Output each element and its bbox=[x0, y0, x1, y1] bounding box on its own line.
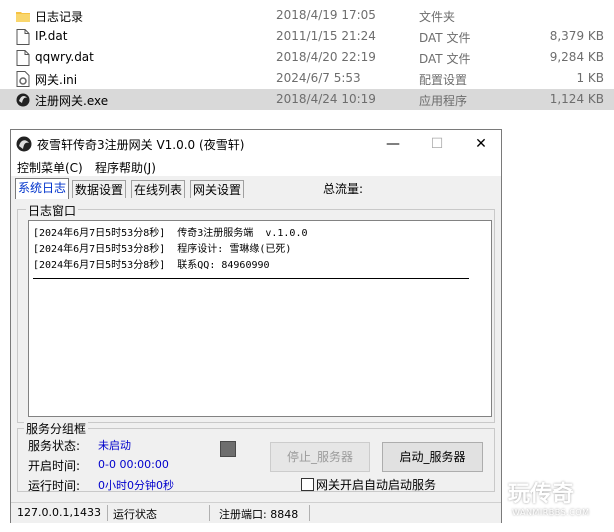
stop-server-button[interactable]: 停止_服务器 bbox=[270, 442, 370, 472]
watermark-logo: 玩传奇 bbox=[508, 482, 575, 507]
maximize-button[interactable]: ☐ bbox=[415, 130, 459, 158]
title-bar[interactable]: 夜雪轩传奇3注册网关 V1.0.0 (夜雪轩) — ☐ ✕ bbox=[11, 130, 501, 158]
log-line: [2024年6月7日5时53分8秒] 联系QQ: 84960990 bbox=[33, 260, 270, 271]
watermark: 玩传奇 WANMIRBBS.COM bbox=[508, 476, 608, 528]
file-size: 1 KB bbox=[576, 71, 604, 85]
file-name: 网关.ini bbox=[35, 73, 78, 87]
tab-data-settings[interactable]: 数据设置 bbox=[72, 180, 127, 198]
start-time-label: 开启时间: bbox=[28, 459, 81, 473]
file-date: 2024/6/7 5:53 bbox=[276, 71, 361, 85]
service-status-label: 服务状态: bbox=[28, 439, 81, 453]
file-icon bbox=[16, 50, 30, 66]
file-icon bbox=[16, 29, 30, 45]
status-state: 运行状态 bbox=[113, 508, 157, 521]
file-date: 2018/4/20 22:19 bbox=[276, 50, 376, 64]
file-name: IP.dat bbox=[35, 29, 68, 43]
file-date: 2011/1/15 21:24 bbox=[276, 29, 376, 43]
file-date: 2018/4/19 17:05 bbox=[276, 8, 376, 22]
log-group: 日志窗口 [2024年6月7日5时53分8秒] 传奇3注册服务端 v.1.0.0… bbox=[17, 202, 495, 423]
app-icon bbox=[16, 136, 32, 152]
start-time-value: 0-0 00:00:00 bbox=[98, 458, 169, 471]
file-row-ip-dat[interactable]: IP.dat 2011/1/15 21:24 DAT 文件 8,379 KB bbox=[0, 26, 614, 47]
file-name: 日志记录 bbox=[35, 10, 84, 24]
menu-help[interactable]: 程序帮助(J) bbox=[95, 159, 156, 176]
service-group: 服务分组框 服务状态: 未启动 开启时间: 0-0 00:00:00 运行时间:… bbox=[17, 420, 495, 493]
start-server-button[interactable]: 启动_服务器 bbox=[382, 442, 483, 472]
status-divider bbox=[209, 505, 210, 521]
file-type: 应用程序 bbox=[419, 94, 468, 108]
file-row-register-gateway-exe[interactable]: 注册网关.exe 2018/4/24 10:19 应用程序 1,124 KB bbox=[0, 89, 614, 110]
status-bar: 127.0.0.1,1433 运行状态 注册端口: 8848 bbox=[11, 502, 501, 523]
file-size: 9,284 KB bbox=[549, 50, 604, 64]
window-title: 夜雪轩传奇3注册网关 V1.0.0 (夜雪轩) bbox=[37, 138, 245, 152]
app-icon bbox=[16, 93, 30, 107]
run-time-label: 运行时间: bbox=[28, 479, 81, 493]
autostart-label: 网关开启自动启动服务 bbox=[316, 478, 437, 492]
status-address: 127.0.0.1,1433 bbox=[17, 506, 101, 519]
watermark-site: WANMIRBBS.COM bbox=[512, 508, 590, 517]
log-line: [2024年6月7日5时53分8秒] 程序设计: 雪琳缘(已死) bbox=[33, 244, 292, 255]
app-window: 夜雪轩传奇3注册网关 V1.0.0 (夜雪轩) — ☐ ✕ 控制菜单(C) 程序… bbox=[10, 129, 502, 523]
log-divider bbox=[33, 278, 469, 279]
file-row-logs-folder[interactable]: 日志记录 2018/4/19 17:05 文件夹 bbox=[0, 5, 614, 26]
total-flow-label: 总流量: bbox=[323, 182, 364, 196]
status-divider bbox=[309, 505, 310, 521]
file-date: 2018/4/24 10:19 bbox=[276, 92, 376, 106]
checkbox-box[interactable] bbox=[301, 478, 314, 491]
status-divider bbox=[107, 505, 108, 521]
file-size: 8,379 KB bbox=[549, 29, 604, 43]
minimize-button[interactable]: — bbox=[371, 130, 415, 158]
autostart-checkbox[interactable]: 网关开启自动启动服务 bbox=[301, 476, 436, 493]
settings-file-icon bbox=[16, 71, 30, 87]
log-textbox[interactable]: [2024年6月7日5时53分8秒] 传奇3注册服务端 v.1.0.0 [202… bbox=[28, 220, 492, 417]
file-size: 1,124 KB bbox=[549, 92, 604, 106]
log-legend: 日志窗口 bbox=[26, 202, 79, 219]
file-name: 注册网关.exe bbox=[35, 94, 109, 108]
log-line: [2024年6月7日5时53分8秒] 传奇3注册服务端 v.1.0.0 bbox=[33, 228, 308, 239]
file-type: DAT 文件 bbox=[419, 52, 471, 66]
file-type: 配置设置 bbox=[419, 73, 468, 87]
file-type: 文件夹 bbox=[419, 10, 456, 24]
tab-system-log[interactable]: 系统日志 bbox=[15, 178, 70, 199]
status-indicator bbox=[220, 441, 236, 457]
folder-icon bbox=[16, 12, 30, 22]
menu-bar: 控制菜单(C) 程序帮助(J) bbox=[11, 158, 501, 176]
file-type: DAT 文件 bbox=[419, 31, 471, 45]
file-row-qqwry-dat[interactable]: qqwry.dat 2018/4/20 22:19 DAT 文件 9,284 K… bbox=[0, 47, 614, 68]
service-status-value: 未启动 bbox=[98, 439, 131, 452]
tab-online-list[interactable]: 在线列表 bbox=[131, 180, 186, 198]
file-name: qqwry.dat bbox=[35, 50, 94, 64]
service-legend: 服务分组框 bbox=[24, 420, 89, 437]
menu-control[interactable]: 控制菜单(C) bbox=[17, 159, 83, 176]
file-row-gateway-ini[interactable]: 网关.ini 2024/6/7 5:53 配置设置 1 KB bbox=[0, 68, 614, 89]
run-time-value: 0小时0分钟0秒 bbox=[98, 479, 174, 492]
tab-gateway-settings[interactable]: 网关设置 bbox=[190, 180, 245, 198]
status-port: 注册端口: 8848 bbox=[219, 508, 299, 521]
close-button[interactable]: ✕ bbox=[459, 130, 503, 158]
